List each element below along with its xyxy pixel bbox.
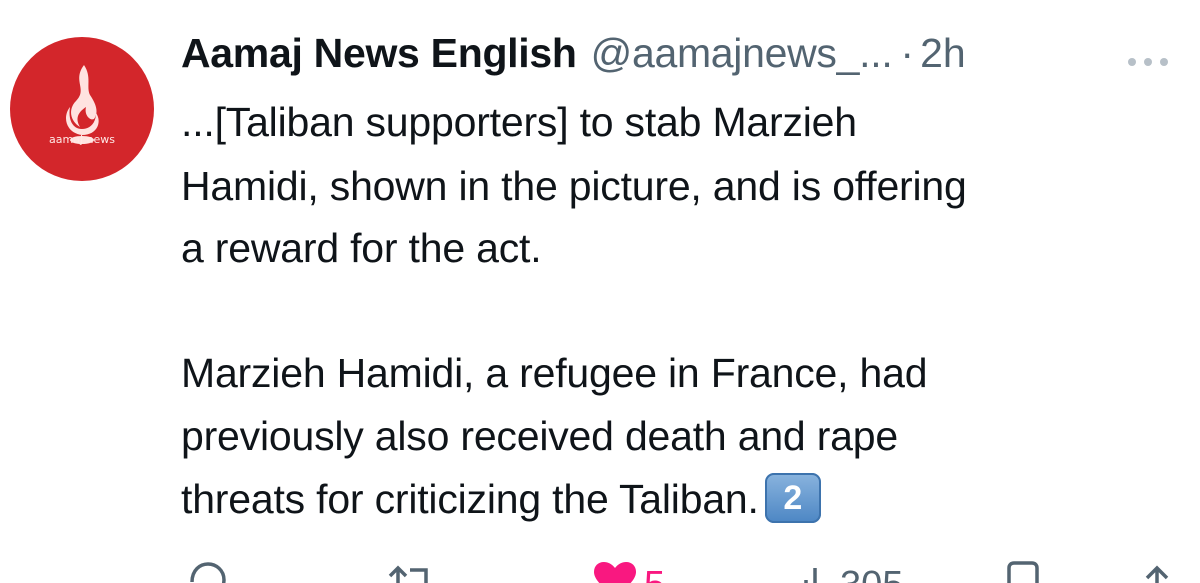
reply-icon <box>190 562 226 583</box>
more-dot <box>1128 58 1136 66</box>
timestamp[interactable]: 2h <box>920 30 966 77</box>
share-button[interactable] <box>1140 560 1174 583</box>
action-bar: 5 305 <box>0 560 1200 583</box>
tweet-text-line: threats for criticizing the Taliban. <box>181 476 759 522</box>
retweet-icon <box>388 565 428 583</box>
author-name[interactable]: Aamaj News English <box>181 30 577 77</box>
keycap-two-emoji: 2 <box>764 473 821 524</box>
tweet-text-line: ...[Taliban supporters] to stab Marzieh <box>181 99 857 145</box>
bookmark-icon <box>1007 561 1039 583</box>
like-count: 5 <box>644 564 665 583</box>
retweet-button[interactable] <box>386 560 436 583</box>
reply-button[interactable] <box>186 560 230 583</box>
bookmark-button[interactable] <box>1006 560 1040 583</box>
tweet-text-line: Marzieh Hamidi, a refugee in France, had <box>181 350 928 396</box>
tweet-text-line: a reward for the act. <box>181 225 542 271</box>
tweet[interactable]: aamaj news Aamaj News English @aamajnews… <box>0 0 1200 583</box>
views-count: 305 <box>840 564 903 583</box>
tweet-text-line-last: threats for criticizing the Taliban. 2 <box>181 473 821 527</box>
share-icon <box>1145 565 1169 583</box>
avatar-label: aamaj news <box>49 133 115 146</box>
more-dot <box>1144 58 1152 66</box>
heart-icon <box>594 562 636 583</box>
tweet-text-line: Hamidi, shown in the picture, and is off… <box>181 163 967 209</box>
author-handle[interactable]: @aamajnews_... <box>591 30 893 77</box>
flame-logo-icon <box>66 65 99 144</box>
more-dot <box>1160 58 1168 66</box>
separator-dot: · <box>900 30 915 76</box>
like-button[interactable]: 5 <box>592 560 665 583</box>
more-options-icon[interactable] <box>1128 50 1188 74</box>
avatar[interactable]: aamaj news <box>10 37 154 181</box>
views-button[interactable]: 305 <box>800 560 903 583</box>
views-icon <box>804 568 817 583</box>
tweet-text-line: previously also received death and rape <box>181 413 898 459</box>
tweet-header: Aamaj News English @aamajnews_... · 2h <box>181 30 966 90</box>
